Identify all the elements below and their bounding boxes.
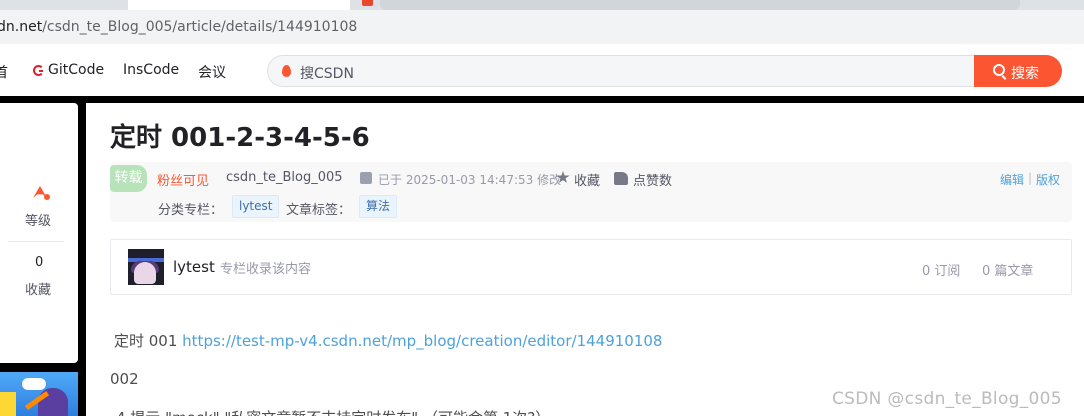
level-label: 等级	[25, 214, 52, 229]
body-link[interactable]: https://test-mp-v4.csdn.net/mp_blog/crea…	[182, 332, 662, 350]
search-input[interactable]	[267, 55, 977, 87]
updated-time: 已于 2025-01-03 14:47:53 修改	[378, 173, 562, 187]
nav-item-meeting[interactable]: 会议	[198, 62, 226, 82]
search-placeholder: 搜CSDN	[300, 66, 354, 82]
url-text[interactable]: dn.net/csdn_te_Blog_005/article/details/…	[0, 19, 357, 35]
browser-tab-active[interactable]	[128, 0, 350, 10]
body-paragraph: 定时 001 https://test-mp-v4.csdn.net/mp_bl…	[114, 330, 662, 351]
article-tag-label: 文章标签：	[286, 203, 352, 218]
nav-item-gitcode[interactable]: GitCode	[48, 62, 104, 78]
favorites-label: 收藏	[25, 283, 52, 298]
body-paragraph: 4 提示 "mock" "私密文章暂不支持定时发布" （可能会第 1次?）	[116, 407, 550, 416]
url-domain: dn.net	[0, 19, 43, 35]
like-button[interactable]: 点赞数	[633, 170, 672, 189]
category-tag[interactable]: lytest	[232, 195, 280, 218]
article-title: 定时 001-2-3-4-5-6	[110, 123, 370, 153]
search-icon	[993, 64, 1005, 76]
thumbs-up-icon[interactable]	[614, 172, 628, 185]
profile-divider	[8, 241, 64, 242]
body-text: 定时 001	[114, 332, 183, 350]
url-path: /csdn_te_Blog_005/article/details/144910…	[42, 19, 358, 35]
column-article-count: 0 篇文章	[982, 264, 1034, 279]
level-badge-icon	[44, 194, 50, 200]
avatar-face	[134, 262, 156, 284]
visibility-label: 粉丝可见	[157, 174, 210, 189]
nav-item-home[interactable]: 首	[0, 62, 8, 82]
nav-item-inscode[interactable]: InsCode	[123, 62, 179, 78]
banner-character-icon	[0, 392, 16, 416]
flame-icon	[282, 65, 291, 77]
category-label: 分类专栏：	[158, 203, 224, 218]
column-name[interactable]: lytest	[173, 258, 215, 276]
favorites-count: 0	[35, 255, 44, 270]
cloud-icon	[22, 378, 46, 390]
browser-tab[interactable]	[380, 0, 1020, 10]
search-button-label: 搜索	[1011, 66, 1039, 82]
csdn-favicon-icon	[362, 0, 373, 6]
column-description: 专栏收录该内容	[220, 262, 312, 277]
edit-link[interactable]: 编辑	[1000, 171, 1024, 188]
gitcode-icon	[33, 65, 44, 76]
body-paragraph: 002	[110, 370, 139, 388]
clock-icon	[360, 172, 372, 184]
meta-separator: |	[1028, 171, 1033, 185]
article-tag[interactable]: 算法	[359, 195, 398, 218]
profile-card	[0, 103, 78, 363]
copyright-link[interactable]: 版权	[1036, 171, 1060, 188]
author-link[interactable]: csdn_te_Blog_005	[226, 170, 343, 185]
favorite-button[interactable]: 收藏	[574, 170, 600, 189]
column-subscriptions: 0 订阅	[922, 264, 961, 279]
csdn-watermark: CSDN @csdn_te_Blog_005	[832, 389, 1062, 409]
repost-badge: 转载	[110, 165, 147, 192]
